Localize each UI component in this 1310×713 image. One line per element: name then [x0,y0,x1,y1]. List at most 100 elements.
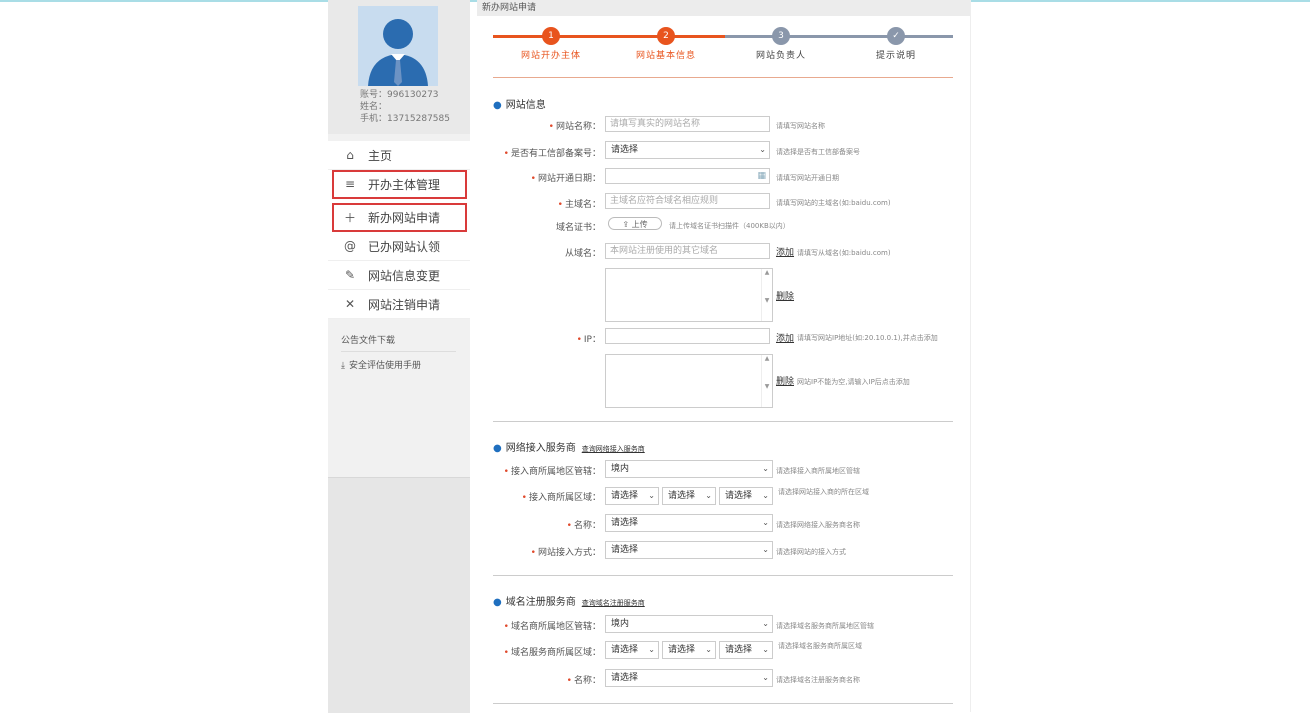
sidebar-item-entity-management[interactable]: ≡ 开办主体管理 [332,170,467,199]
download-link-manual[interactable]: ⤓ 安全评估使用手册 [341,358,421,371]
access-area-hint: 请选择网站接入商的所在区域 [778,488,869,496]
query-access-link[interactable]: 查询网络接入服务商 [582,445,645,453]
registrar-region-label: • 域名商所属地区管辖： [503,622,601,632]
upload-button[interactable]: ⇪ 上传 [608,217,662,230]
delete-ip-link[interactable]: 删除 [776,374,794,387]
access-region-select[interactable]: 境内 ⌄ [605,460,773,478]
step-3: 3 网站负责人 [726,27,836,61]
site-name-input[interactable]: 请填写真实的网站名称 [605,116,770,132]
divider [493,77,953,78]
section-title: 网站信息 [505,100,546,111]
step-label: 网站基本信息 [635,51,696,61]
calendar-icon: ▦ [757,171,766,181]
sub-domain-input[interactable]: 本网站注册使用的其它域名 [605,243,770,259]
step-1: 1 网站开办主体 [496,27,606,61]
ip-list[interactable]: ▲ ▼ [605,354,773,408]
ip-input[interactable] [605,328,770,344]
step-label: 提示说明 [875,51,916,61]
query-registrar-link[interactable]: 查询域名注册服务商 [582,599,645,607]
chevron-down-icon: ⌄ [762,645,769,654]
ip-label: • IP： [576,335,601,345]
download-label: 安全评估使用手册 [348,361,421,371]
access-mode-label: • 网站接入方式： [530,548,601,558]
at-icon: @ [344,239,356,253]
select-value: 请选择 [668,645,696,655]
section-registrar: ● 域名注册服务商 查询域名注册服务商 [493,597,645,608]
sidebar-item-claim-site[interactable]: @ 已办网站认领 [328,232,470,261]
select-value: 请选择 [611,518,639,528]
section-title: 网络接入服务商 [505,443,576,454]
divider [493,575,953,576]
select-value: 请选择 [668,491,696,501]
select-value: 境内 [611,464,630,474]
access-region-label: • 接入商所属地区管辖： [503,467,601,477]
ip-delete-hint: 网站IP不能为空,请输入IP后点击添加 [797,378,910,386]
downloads-title: 公告文件下载 [341,333,456,352]
cert-label: 域名证书： [555,223,601,233]
step-number: 3 [772,27,790,45]
section-title: 域名注册服务商 [505,597,576,608]
upload-label: 上传 [631,220,648,229]
section-site-info: ● 网站信息 [493,100,546,111]
add-ip-link[interactable]: 添加 [776,331,794,344]
chevron-down-icon: ⌄ [705,491,712,500]
step-number: 2 [657,27,675,45]
select-value: 境内 [611,619,630,629]
access-area-select-3[interactable]: 请选择 ⌄ [719,487,773,505]
divider [493,421,953,422]
delete-sub-domain-link[interactable]: 删除 [776,289,794,302]
sidebar-item-label: 新办网站申请 [368,210,441,225]
scrollbar[interactable]: ▲ ▼ [761,269,772,321]
select-value: 请选择 [725,645,753,655]
sidebar-item-cancel-site[interactable]: ✕ 网站注销申请 [328,290,470,319]
main-domain-hint: 请填写网站的主域名(如:baidu.com) [776,199,891,207]
chevron-down-icon: ⌄ [762,545,769,554]
open-date-hint: 请填写网站开通日期 [776,174,839,182]
access-mode-select[interactable]: 请选择 ⌄ [605,541,773,559]
main-domain-input[interactable]: 主域名应符合域名相应规则 [605,193,770,209]
sidebar-item-new-site[interactable]: ＋ 新办网站申请 [332,203,467,232]
registrar-area-select-3[interactable]: 请选择 ⌄ [719,641,773,659]
sub-domain-list[interactable]: ▲ ▼ [605,268,773,322]
add-sub-domain-link[interactable]: 添加 [776,245,794,258]
select-value: 请选择 [611,491,639,501]
access-name-hint: 请选择网络接入服务商名称 [776,521,860,529]
close-icon: ✕ [344,297,356,311]
registrar-area-select-2[interactable]: 请选择 ⌄ [662,641,716,659]
profile-panel: 账号：996130273 姓名： 手机：13715287585 [328,0,470,134]
registrar-name-select[interactable]: 请选择 ⌄ [605,669,773,687]
breadcrumb: 新办网站申请 [477,0,970,16]
sidebar-menu: ⌂ 主页 ≡ 开办主体管理 ＋ 新办网站申请 @ 已办网站认领 ✎ 网站信息变更… [328,141,470,319]
sidebar-item-home[interactable]: ⌂ 主页 [328,141,470,170]
icp-label: • 是否有工信部备案号： [503,149,601,159]
avatar [358,6,438,86]
main-domain-label: • 主域名： [557,200,601,210]
ip-hint: 请填写网站IP地址(如:20.10.0.1),并点击添加 [797,334,938,342]
chevron-down-icon: ⌄ [648,645,655,654]
select-value: 请选择 [611,673,639,683]
access-name-label: • 名称： [566,521,601,531]
registrar-name-hint: 请选择域名注册服务商名称 [776,676,860,684]
divider [493,703,953,704]
select-value: 请选择 [611,145,639,155]
step-4: ✓ 提示说明 [841,27,951,61]
list-icon: ≡ [344,177,356,191]
access-area-select-2[interactable]: 请选择 ⌄ [662,487,716,505]
step-label: 网站负责人 [755,51,806,61]
registrar-area-select-1[interactable]: 请选择 ⌄ [605,641,659,659]
sidebar-item-change-info[interactable]: ✎ 网站信息变更 [328,261,470,290]
chevron-down-icon: ⌄ [762,518,769,527]
access-area-select-1[interactable]: 请选择 ⌄ [605,487,659,505]
select-value: 请选择 [725,491,753,501]
access-name-select[interactable]: 请选择 ⌄ [605,514,773,532]
registrar-region-select[interactable]: 境内 ⌄ [605,615,773,633]
sidebar-item-label: 主页 [368,148,393,163]
registrar-area-label: • 域名服务商所属区域： [503,648,601,658]
open-date-input[interactable]: ▦ [605,168,770,184]
site-name-label: • 网站名称： [548,122,601,132]
icp-select[interactable]: 请选择 ⌄ [605,141,770,159]
step-2: 2 网站基本信息 [611,27,721,61]
scrollbar[interactable]: ▲ ▼ [761,355,772,407]
chevron-down-icon: ⌄ [705,645,712,654]
chevron-down-icon: ⌄ [762,673,769,682]
